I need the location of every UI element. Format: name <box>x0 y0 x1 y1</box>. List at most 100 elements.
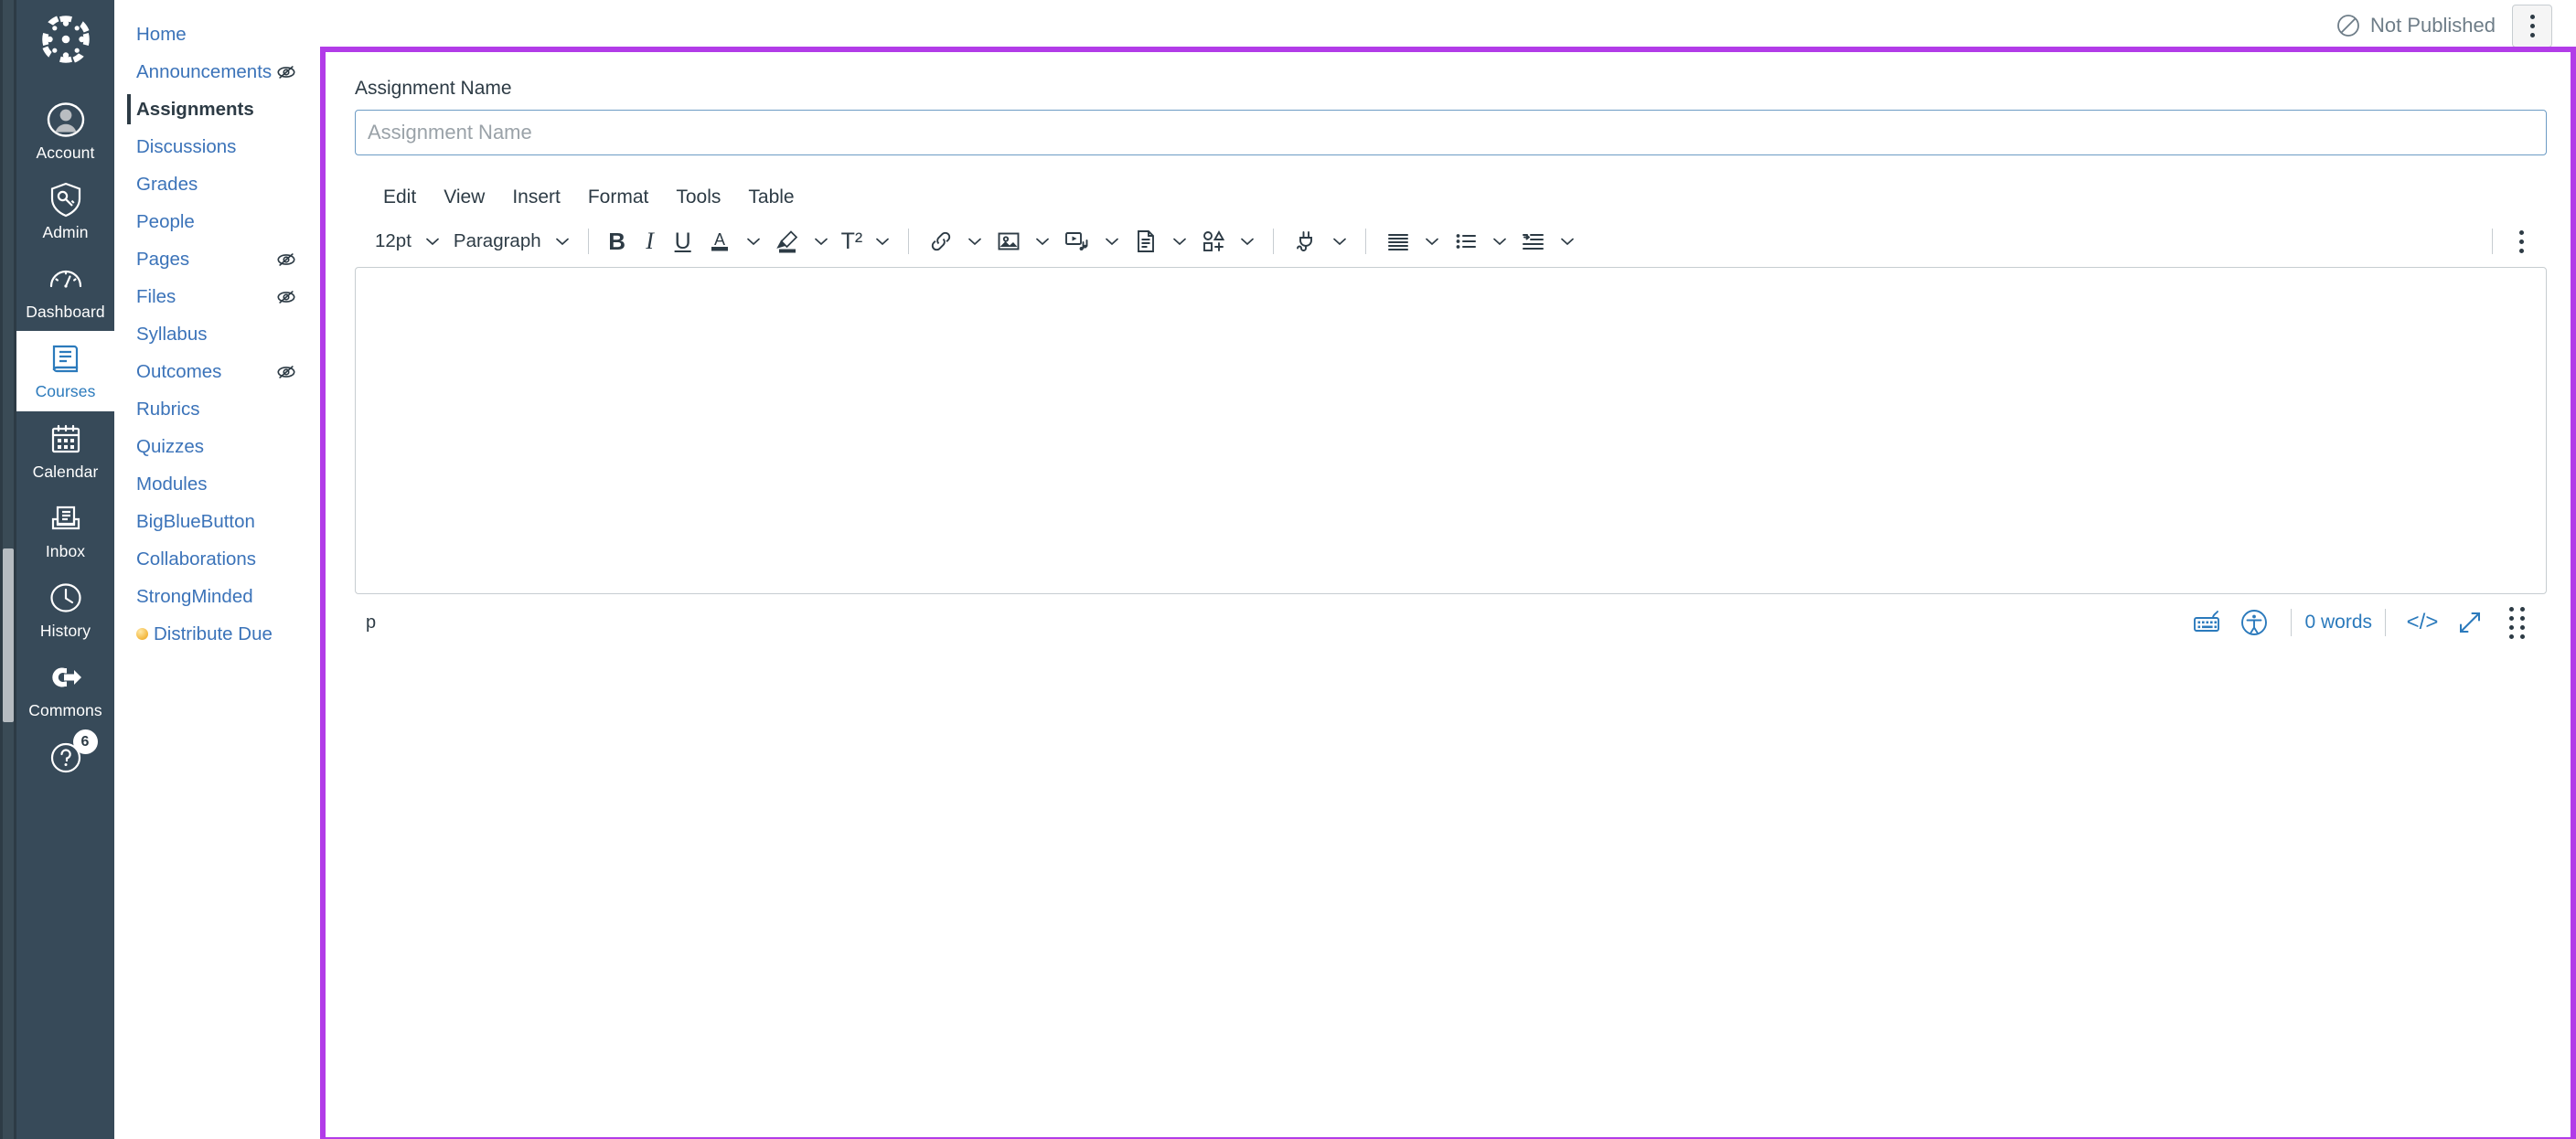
global-nav-item-commons[interactable]: Commons <box>16 650 114 729</box>
course-nav-label: Pages <box>136 248 190 270</box>
course-nav-item-strongminded[interactable]: StrongMinded <box>114 578 309 615</box>
chevron-down-icon[interactable] <box>869 223 896 260</box>
course-nav-label: Home <box>136 23 187 45</box>
course-nav-item-grades[interactable]: Grades <box>114 165 309 203</box>
chevron-down-icon[interactable] <box>740 223 767 260</box>
course-nav-item-rubrics[interactable]: Rubrics <box>114 390 309 428</box>
course-nav-item-distribute-due[interactable]: Distribute Due <box>114 615 309 653</box>
commons-export-icon <box>47 658 85 697</box>
rce-content-area[interactable] <box>355 267 2547 594</box>
block-format-dropdown[interactable]: Paragraph <box>446 223 549 260</box>
text-color-icon[interactable]: A <box>700 223 740 260</box>
course-nav-item-files[interactable]: Files <box>114 278 309 315</box>
course-nav-item-people[interactable]: People <box>114 203 309 240</box>
course-nav-item-discussions[interactable]: Discussions <box>114 128 309 165</box>
chevron-down-icon[interactable] <box>1234 223 1261 260</box>
global-nav-item-dashboard[interactable]: Dashboard <box>16 251 114 331</box>
link-icon[interactable] <box>921 223 961 260</box>
course-nav-item-pages[interactable]: Pages <box>114 240 309 278</box>
highlight-color-icon[interactable] <box>767 223 807 260</box>
font-size-dropdown[interactable]: 12pt <box>368 223 419 260</box>
rce-menu-format[interactable]: Format <box>574 183 663 212</box>
hidden-from-students-icon[interactable] <box>276 62 296 82</box>
course-nav-item-syllabus[interactable]: Syllabus <box>114 315 309 353</box>
global-nav-item-account[interactable]: Account <box>16 92 114 172</box>
grip-dot <box>2509 615 2514 621</box>
grip-dot <box>2520 624 2525 630</box>
kebab-dot <box>2518 248 2524 253</box>
image-icon[interactable] <box>989 223 1029 260</box>
chevron-down-icon[interactable] <box>549 223 576 260</box>
underline-button[interactable]: U <box>667 223 700 260</box>
indent-icon[interactable] <box>1513 223 1554 260</box>
course-nav-item-modules[interactable]: Modules <box>114 465 309 503</box>
keyboard-shortcuts-icon[interactable] <box>2183 602 2230 643</box>
global-nav-label: Commons <box>28 700 102 719</box>
chevron-down-icon[interactable] <box>807 223 835 260</box>
apps-shapes-icon[interactable] <box>1193 223 1234 260</box>
align-icon[interactable] <box>1378 223 1418 260</box>
italic-button[interactable]: I <box>634 223 667 260</box>
resize-grip-icon[interactable] <box>2494 602 2541 643</box>
hidden-from-students-icon[interactable] <box>276 362 296 382</box>
chevron-down-icon[interactable] <box>1326 223 1353 260</box>
bold-button[interactable]: B <box>601 223 634 260</box>
course-nav-label: Outcomes <box>136 360 222 382</box>
bulleted-list-icon[interactable] <box>1446 223 1486 260</box>
rce-status-bar: p 0 words </> <box>355 594 2547 651</box>
chevron-down-icon[interactable] <box>1029 223 1056 260</box>
assignment-form: Assignment Name EditViewInsertFormatTool… <box>326 52 2571 651</box>
grip-dot <box>2509 606 2514 612</box>
rce-menu-tools[interactable]: Tools <box>662 183 734 212</box>
course-nav-label: Collaborations <box>136 548 257 570</box>
scrollbar-thumb[interactable] <box>3 548 14 722</box>
document-icon[interactable] <box>1126 223 1166 260</box>
page-header: Not Published <box>309 0 2576 51</box>
course-nav-item-announcements[interactable]: Announcements <box>114 53 309 90</box>
global-nav-item-courses[interactable]: Courses <box>16 331 114 411</box>
hidden-from-students-icon[interactable] <box>276 287 296 307</box>
rce-menu-edit[interactable]: Edit <box>369 183 430 212</box>
fullscreen-arrows-icon[interactable] <box>2446 602 2494 643</box>
course-nav-item-quizzes[interactable]: Quizzes <box>114 428 309 465</box>
course-nav-item-bigbluebutton[interactable]: BigBlueButton <box>114 503 309 540</box>
rce-menu-table[interactable]: Table <box>734 183 807 212</box>
overflow-kebab-icon[interactable] <box>2505 223 2538 260</box>
rce-toolbar: 12pt Paragraph B I U A T² <box>355 216 2547 267</box>
chevron-down-icon[interactable] <box>1418 223 1446 260</box>
course-nav-item-home[interactable]: Home <box>114 16 309 53</box>
chevron-down-icon[interactable] <box>1166 223 1193 260</box>
global-nav-item-help[interactable]: 6 <box>47 729 98 777</box>
global-nav-item-history[interactable]: History <box>16 570 114 650</box>
word-count[interactable]: 0 words <box>2304 612 2372 633</box>
rce-menu-insert[interactable]: Insert <box>498 183 574 212</box>
lti-plug-icon[interactable] <box>1286 223 1326 260</box>
accessibility-checker-icon[interactable] <box>2230 602 2278 643</box>
superscript-icon[interactable]: T² <box>835 223 870 260</box>
course-navigation: Home Announcements Assignments Discussions G… <box>114 0 309 1139</box>
global-nav-label: History <box>39 621 91 640</box>
media-icon[interactable] <box>1056 223 1098 260</box>
global-nav-item-admin[interactable]: Admin <box>16 172 114 251</box>
hidden-from-students-icon[interactable] <box>276 250 296 270</box>
more-options-button[interactable] <box>2512 4 2552 48</box>
kebab-dot <box>2518 229 2524 235</box>
assignment-name-label: Assignment Name <box>355 78 512 99</box>
chevron-down-icon[interactable] <box>1554 223 1581 260</box>
no-entry-circle-icon <box>2337 15 2359 37</box>
course-nav-item-collaborations[interactable]: Collaborations <box>114 540 309 578</box>
global-nav-item-calendar[interactable]: Calendar <box>16 411 114 491</box>
chevron-down-icon[interactable] <box>961 223 989 260</box>
global-nav-item-inbox[interactable]: Inbox <box>16 491 114 570</box>
html-editor-icon[interactable]: </> <box>2399 602 2446 643</box>
assignment-name-input[interactable] <box>355 110 2547 155</box>
canvas-logo[interactable] <box>37 11 94 72</box>
chevron-down-icon[interactable] <box>1098 223 1126 260</box>
page-scrollbar[interactable] <box>0 0 16 1139</box>
global-nav-label: Courses <box>35 382 96 401</box>
course-nav-item-assignments[interactable]: Assignments <box>114 90 309 128</box>
course-nav-item-outcomes[interactable]: Outcomes <box>114 353 309 390</box>
chevron-down-icon[interactable] <box>1486 223 1513 260</box>
rce-menu-view[interactable]: View <box>430 183 498 212</box>
chevron-down-icon[interactable] <box>419 223 446 260</box>
